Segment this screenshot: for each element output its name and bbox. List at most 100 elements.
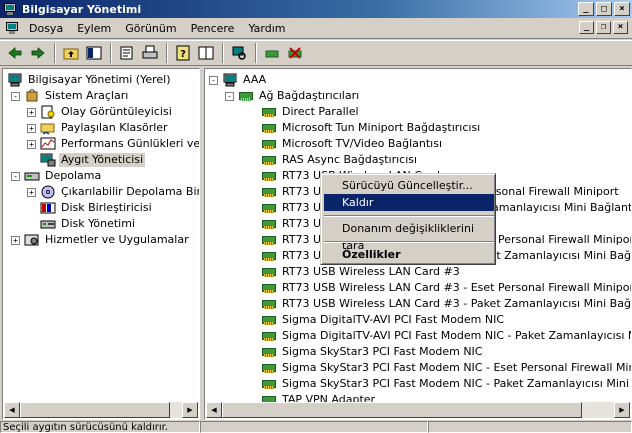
defrag-icon (40, 201, 56, 215)
properties-icon[interactable] (116, 42, 138, 64)
device-item[interactable]: RAS Async Bağdaştırıcısı (261, 152, 419, 168)
tree-item[interactable]: - Depolama (11, 168, 103, 184)
scroll-thumb[interactable] (222, 402, 582, 418)
status-bar: Seçili aygıtın sürücüsünü kaldırır. (0, 421, 632, 433)
menu-dosya[interactable]: Dosya (22, 19, 70, 38)
menu-gorunum[interactable]: Görünüm (118, 19, 183, 38)
device-item[interactable]: RT73 USB Wireless LAN Card #3 (261, 264, 462, 280)
menu-uninstall[interactable]: Kaldır (324, 194, 494, 211)
maximize-button[interactable]: □ (596, 2, 612, 16)
network-adapter-board (262, 284, 276, 293)
network-adapter-icon (261, 137, 277, 151)
toolbar: ? (0, 40, 632, 66)
status-panel-2 (200, 421, 428, 433)
device-item-label: Sigma SkyStar3 PCI Fast Modem NIC (282, 345, 483, 358)
network-adapter-board (262, 236, 276, 245)
expand-icon[interactable]: + (27, 123, 36, 133)
collapse-icon[interactable]: - (225, 91, 234, 101)
help-icon[interactable]: ? (172, 42, 194, 64)
expand-icon[interactable]: + (27, 187, 36, 197)
tree-item[interactable]: Disk Birleştiricisi (27, 200, 154, 216)
update-driver-icon[interactable] (261, 42, 283, 64)
scroll-right-button[interactable]: ▶ (614, 402, 630, 418)
device-item[interactable]: Sigma DigitalTV-AVI PCI Fast Modem NIC (261, 312, 506, 328)
device-item[interactable]: Sigma SkyStar3 PCI Fast Modem NIC (261, 344, 485, 360)
menu-update-driver[interactable]: Sürücüyü Güncelleştir... (324, 177, 494, 194)
menu-properties[interactable]: Özellikler (324, 246, 494, 263)
uninstall-icon[interactable] (284, 42, 306, 64)
print-icon[interactable] (139, 42, 161, 64)
network-adapter-icon (261, 329, 277, 343)
mmc-menu-icon[interactable] (4, 21, 20, 35)
shared-folder-icon (40, 121, 56, 135)
scroll-track[interactable] (20, 402, 182, 418)
menu-yardim[interactable]: Yardım (241, 19, 292, 38)
tree-item[interactable]: Bilgisayar Yönetimi (Yerel) (7, 72, 173, 88)
device-item[interactable]: Direct Parallel (261, 104, 361, 120)
device-item[interactable]: Sigma SkyStar3 PCI Fast Modem NIC - Pake… (261, 376, 631, 392)
expand-icon[interactable]: + (11, 235, 20, 245)
device-item[interactable]: RT73 USB Wireless LAN Card #3 - Paket Za… (261, 296, 631, 312)
tree-item[interactable]: + Çıkarılabilir Depolama Birimi (27, 184, 199, 200)
network-adapter-icon (261, 233, 277, 247)
expand-icon[interactable]: + (27, 107, 36, 117)
right-horizontal-scrollbar[interactable]: ◀ ▶ (206, 402, 630, 418)
menu-pencere[interactable]: Pencere (184, 19, 242, 38)
device-item[interactable]: RT73 USB Wireless LAN Card #3 - Eset Per… (261, 280, 631, 296)
device-item[interactable]: Sigma SkyStar3 PCI Fast Modem NIC - Eset… (261, 360, 632, 376)
tree-item[interactable]: - Sistem Araçları (11, 88, 130, 104)
child-window-controls: _ ❐ × (579, 21, 628, 34)
expand-icon[interactable]: + (27, 139, 36, 149)
console-tree-pane[interactable]: Bilgisayar Yönetimi (Yerel) - Sistem Araçl… (2, 68, 200, 420)
tree-item[interactable]: + Olay Görüntüleyicisi (27, 104, 174, 120)
network-adapter-board (262, 364, 276, 373)
child-close-button[interactable]: × (613, 21, 628, 34)
show-tree-icon[interactable] (83, 42, 105, 64)
scroll-track[interactable] (222, 402, 614, 418)
device-root[interactable]: - AAA (209, 72, 268, 88)
close-button[interactable]: × (614, 2, 630, 16)
network-adapter-icon (261, 201, 277, 215)
device-category[interactable]: - Ağ Bağdaştırıcıları (225, 88, 361, 104)
tree-item[interactable]: + Hizmetler ve Uygulamalar (11, 232, 191, 248)
scroll-left-button[interactable]: ◀ (4, 402, 20, 418)
tree-item[interactable]: Aygıt Yöneticisi (27, 152, 146, 168)
network-adapter-icon (261, 377, 277, 391)
back-arrow-icon[interactable] (4, 42, 26, 64)
device-item[interactable]: Microsoft Tun Miniport Bağdaştırıcısı (261, 120, 482, 136)
collapse-icon[interactable]: - (11, 91, 20, 101)
network-adapter-icon (261, 169, 277, 183)
scan-hardware-icon[interactable] (228, 42, 250, 64)
scroll-right-button[interactable]: ▶ (182, 402, 198, 418)
up-folder-icon[interactable] (60, 42, 82, 64)
child-minimize-button[interactable]: _ (579, 21, 594, 34)
context-menu: Sürücüyü Güncelleştir... Kaldır Donanım … (320, 173, 496, 265)
child-restore-button[interactable]: ❐ (596, 21, 611, 34)
network-adapter-board (262, 316, 276, 325)
device-item[interactable]: Microsoft TV/Video Bağlantısı (261, 136, 444, 152)
device-item[interactable]: Sigma DigitalTV-AVI PCI Fast Modem NIC -… (261, 328, 631, 344)
collapse-icon[interactable]: - (11, 171, 20, 181)
network-adapter-icon (261, 345, 277, 359)
tree-item[interactable]: + Performans Günlükleri ve Uy (27, 136, 199, 152)
scroll-thumb[interactable] (20, 402, 170, 418)
network-adapter-board (262, 252, 276, 261)
menu-eylem[interactable]: Eylem (70, 19, 118, 38)
device-item-label: Microsoft Tun Miniport Bağdaştırıcısı (282, 121, 481, 134)
network-adapter-icon (261, 281, 277, 295)
collapse-icon[interactable]: - (209, 75, 218, 85)
device-item-label: Sigma SkyStar3 PCI Fast Modem NIC - Eset… (282, 361, 632, 374)
tree-item-label: Aygıt Yöneticisi (59, 153, 146, 167)
computer-icon (7, 73, 23, 87)
view-icon[interactable] (195, 42, 217, 64)
forward-arrow-icon[interactable] (27, 42, 49, 64)
scroll-left-button[interactable]: ◀ (206, 402, 222, 418)
network-adapter-board (262, 300, 276, 309)
minimize-button[interactable]: _ (578, 2, 594, 16)
tree-item[interactable]: Disk Yönetimi (27, 216, 137, 232)
device-item-label: Direct Parallel (282, 105, 359, 118)
left-horizontal-scrollbar[interactable]: ◀ ▶ (4, 402, 198, 418)
storage-icon (24, 169, 40, 183)
tree-item[interactable]: + Paylaşılan Klasörler (27, 120, 170, 136)
menu-scan-hardware[interactable]: Donanım değişikliklerini tara (324, 220, 494, 252)
